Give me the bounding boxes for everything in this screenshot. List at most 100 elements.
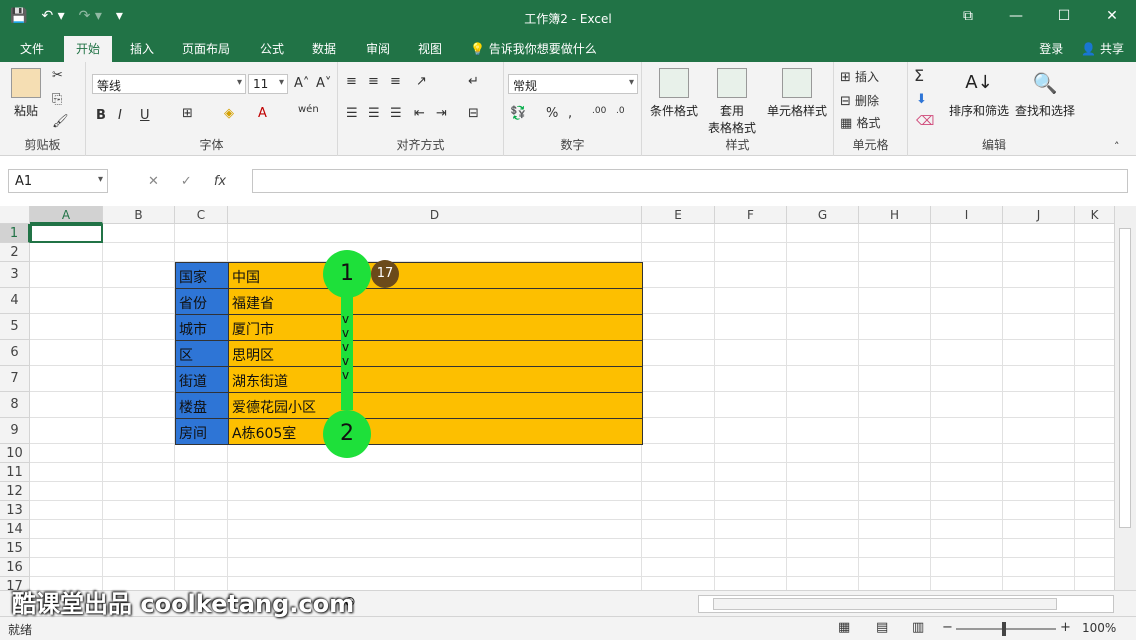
align-bottom-icon[interactable]: ≡ [390,74,401,89]
font-shrink-icon[interactable]: A˅ [316,76,331,91]
table-value-cell[interactable]: 厦门市 [228,314,643,341]
table-value-cell[interactable]: 爱德花园小区 [228,392,643,419]
row-header-11[interactable]: 11 [0,463,30,482]
table-label-cell[interactable]: 楼盘 [175,392,229,419]
select-all-corner[interactable] [0,206,30,224]
paste-button[interactable]: 粘贴 [8,68,44,119]
tab-formulas[interactable]: 公式 [260,40,284,57]
font-name-combo[interactable]: 等线 [92,74,246,94]
page-layout-view-icon[interactable]: ▤ [876,620,888,635]
increase-decimal-icon[interactable]: .00 [592,106,606,116]
name-box[interactable]: A1 [8,169,108,193]
conditional-format-button[interactable]: 条件格式 [648,68,700,119]
copy-icon[interactable]: ⎘ [52,92,62,107]
tab-file[interactable]: 文件 [20,40,44,57]
clear-icon[interactable]: ⌫ [916,114,934,129]
formula-input[interactable] [252,169,1128,193]
close-button[interactable]: ✕ [1088,0,1136,32]
page-break-view-icon[interactable]: ▥ [912,620,924,635]
worksheet-grid[interactable]: ABCDEFGHIJK 1 2 3 4 5 6 7 8 9 10 11 12 13 14 15 16 17 国家… [0,206,1114,590]
column-header-i[interactable]: I [931,206,1003,224]
row-header-16[interactable]: 16 [0,558,30,577]
number-format-combo[interactable]: 常规 [508,74,638,94]
tab-home[interactable]: 开始 [64,36,113,62]
font-size-combo[interactable]: 11 [248,74,288,94]
tab-view[interactable]: 视图 [418,40,442,57]
zoom-level[interactable]: 100% [1082,621,1116,635]
table-value-cell[interactable]: 湖东街道 [228,366,643,393]
format-painter-icon[interactable]: 🖌 [52,114,69,129]
decrease-indent-icon[interactable]: ⇤ [414,106,425,121]
comma-style-icon[interactable]: , [568,106,572,121]
row-header-6[interactable]: 6 [0,340,30,366]
row-header-10[interactable]: 10 [0,444,30,463]
vertical-scrollbar[interactable] [1114,206,1136,590]
find-select-button[interactable]: 🔍 查找和选择 [1012,68,1078,119]
row-header-15[interactable]: 15 [0,539,30,558]
table-label-cell[interactable]: 街道 [175,366,229,393]
row-header-5[interactable]: 5 [0,314,30,340]
tell-me-search[interactable]: 💡 告诉我你想要做什么 [470,40,597,57]
insert-cells-button[interactable]: ⊞ 插入 [840,68,879,85]
cell-styles-button[interactable]: 单元格样式 [764,68,830,119]
format-cells-button[interactable]: ▦ 格式 [840,114,880,131]
percent-icon[interactable]: % [546,106,558,121]
column-header-a[interactable]: A [30,206,103,224]
table-label-cell[interactable]: 房间 [175,418,229,445]
italic-button[interactable]: I [118,108,122,123]
zoom-in-icon[interactable]: + [1060,620,1071,635]
table-value-cell[interactable]: 中国 [228,262,643,289]
row-header-14[interactable]: 14 [0,520,30,539]
login-link[interactable]: 登录 [1039,40,1063,57]
enter-icon[interactable]: ✓ [181,174,192,189]
row-header-1[interactable]: 1 [0,224,30,243]
table-value-cell[interactable]: 思明区 [228,340,643,367]
share-button[interactable]: 👤 共享 [1081,40,1124,57]
accounting-format-icon[interactable]: 💱 [510,106,526,121]
row-header-13[interactable]: 13 [0,501,30,520]
row-header-3[interactable]: 3 [0,262,30,288]
borders-icon[interactable]: ⊞ [182,106,193,121]
table-label-cell[interactable]: 国家 [175,262,229,289]
align-top-icon[interactable]: ≡ [346,74,357,89]
horizontal-scroll-thumb[interactable] [713,598,1057,610]
orientation-icon[interactable]: ↗ [416,74,427,89]
active-cell-a1[interactable] [30,224,103,243]
zoom-slider-thumb[interactable] [1002,622,1006,636]
column-header-b[interactable]: B [103,206,175,224]
decrease-decimal-icon[interactable]: .0 [616,106,625,116]
fill-color-icon[interactable]: ◈ [224,106,234,121]
align-middle-icon[interactable]: ≡ [368,74,379,89]
tab-page-layout[interactable]: 页面布局 [182,40,230,57]
collapse-ribbon-icon[interactable]: ˄ [1114,140,1120,153]
maximize-button[interactable]: ☐ [1040,0,1088,32]
fill-icon[interactable]: ⬇ [916,92,927,107]
align-left-icon[interactable]: ☰ [346,106,358,121]
tab-review[interactable]: 审阅 [366,40,390,57]
tab-data[interactable]: 数据 [312,40,336,57]
font-color-icon[interactable]: A [258,106,267,121]
row-header-2[interactable]: 2 [0,243,30,262]
cut-icon[interactable]: ✂ [52,68,63,83]
row-header-4[interactable]: 4 [0,288,30,314]
column-header-e[interactable]: E [642,206,715,224]
normal-view-icon[interactable]: ▦ [838,620,850,635]
zoom-out-icon[interactable]: − [942,620,953,635]
minimize-button[interactable]: — [992,0,1040,32]
sort-filter-button[interactable]: A↓ 排序和筛选 [946,68,1012,119]
zoom-slider[interactable] [956,628,1056,630]
bold-button[interactable]: B [96,108,106,123]
column-header-k[interactable]: K [1075,206,1114,224]
ribbon-display-button[interactable]: ⧉ [944,0,992,32]
row-header-8[interactable]: 8 [0,392,30,418]
row-header-9[interactable]: 9 [0,418,30,444]
phonetic-icon[interactable]: wén [298,104,319,115]
align-right-icon[interactable]: ☰ [390,106,402,121]
row-header-7[interactable]: 7 [0,366,30,392]
vertical-scroll-thumb[interactable] [1119,228,1131,528]
column-header-h[interactable]: H [859,206,931,224]
table-label-cell[interactable]: 城市 [175,314,229,341]
align-center-icon[interactable]: ☰ [368,106,380,121]
merge-center-icon[interactable]: ⊟ [468,106,479,121]
increase-indent-icon[interactable]: ⇥ [436,106,447,121]
